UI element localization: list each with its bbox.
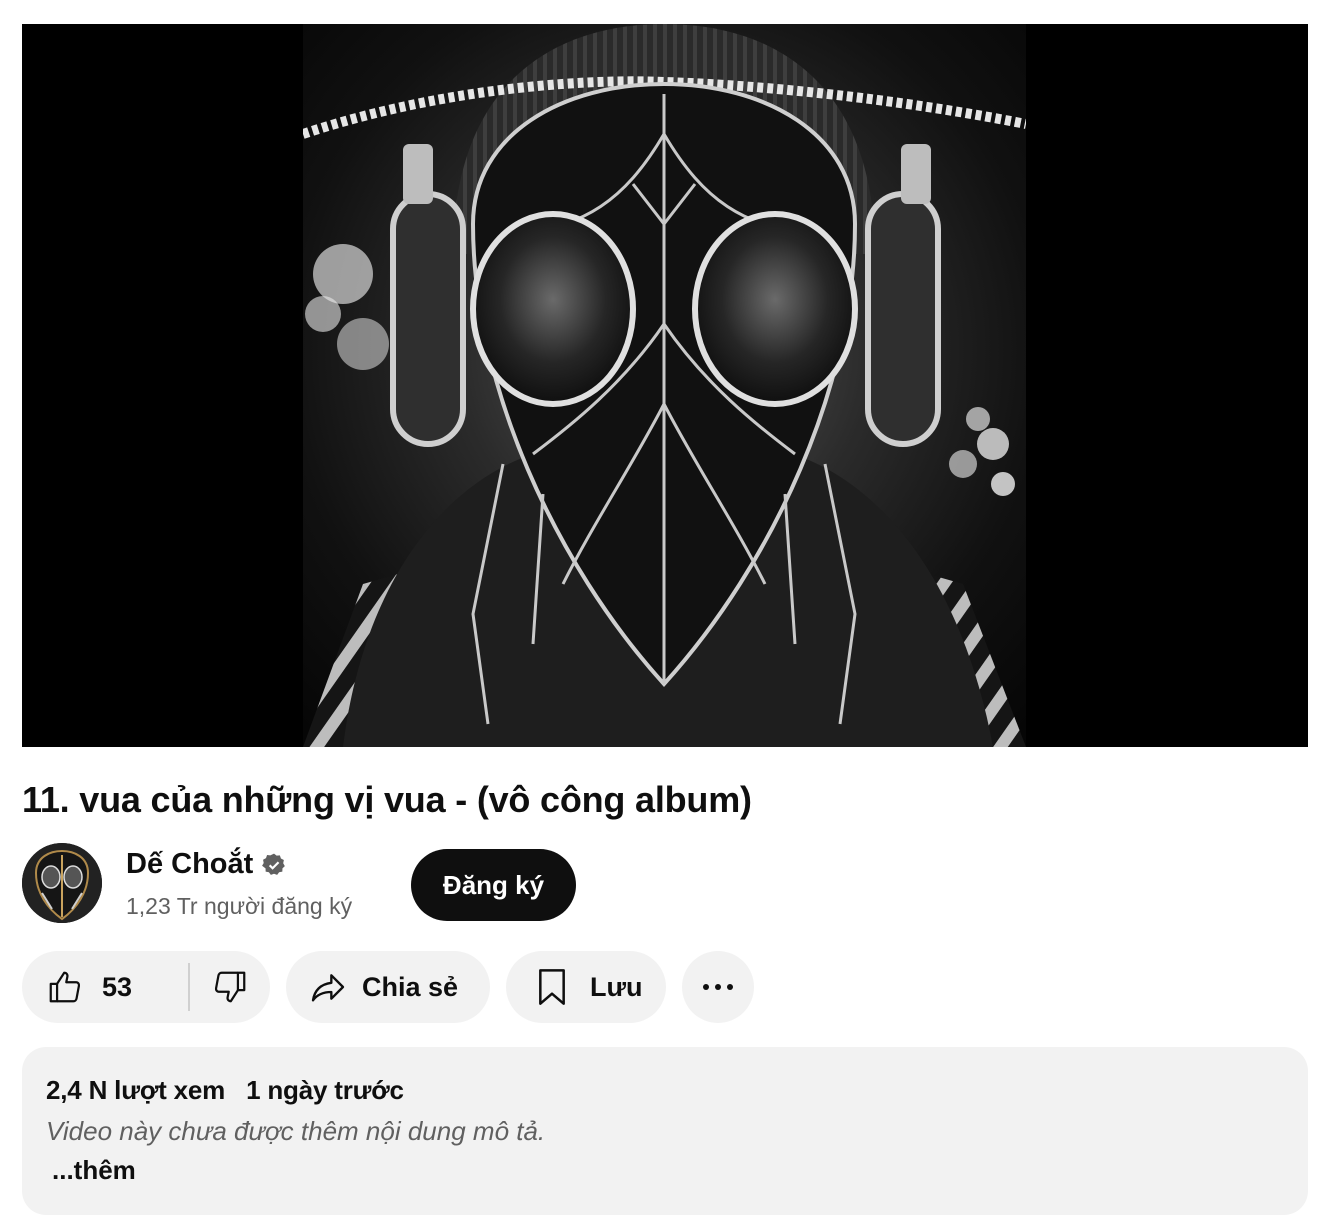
channel-name-row[interactable]: Dế Choắt xyxy=(126,848,287,881)
channel-avatar[interactable] xyxy=(22,843,102,923)
thumbs-up-icon xyxy=(46,968,84,1006)
description-meta: 2,4 N lượt xem 1 ngày trước xyxy=(46,1075,1284,1106)
video-player[interactable] xyxy=(22,24,1308,747)
more-dots-icon xyxy=(701,982,735,992)
description-box[interactable]: 2,4 N lượt xem 1 ngày trước Video này ch… xyxy=(22,1047,1308,1215)
subscribe-button[interactable]: Đăng ký xyxy=(411,849,576,921)
share-button[interactable]: Chia sẻ xyxy=(286,951,490,1023)
thumbs-down-icon xyxy=(211,968,249,1006)
channel-name[interactable]: Dế Choắt xyxy=(126,848,253,881)
save-button[interactable]: Lưu xyxy=(506,951,666,1023)
upload-age: 1 ngày trước xyxy=(246,1075,404,1105)
show-more-link[interactable]: ...thêm xyxy=(52,1155,136,1186)
share-arrow-icon xyxy=(308,967,348,1007)
verified-badge-icon xyxy=(261,852,287,878)
like-button[interactable]: 53 xyxy=(22,951,166,1023)
more-actions-button[interactable] xyxy=(682,951,754,1023)
like-count: 53 xyxy=(102,971,133,1002)
video-thumbnail-artwork xyxy=(303,24,1026,747)
subscriber-count: 1,23 Tr người đăng ký xyxy=(126,893,353,919)
like-dislike-group: 53 xyxy=(22,951,270,1023)
video-title: 11. vua của những vị vua - (vô công albu… xyxy=(22,779,752,820)
view-count: 2,4 N lượt xem xyxy=(46,1075,226,1105)
share-label: Chia sẻ xyxy=(362,971,459,1002)
save-label: Lưu xyxy=(590,971,643,1002)
bookmark-icon xyxy=(534,967,570,1007)
description-text: Video này chưa được thêm nội dung mô tả. xyxy=(46,1116,546,1146)
dislike-button[interactable] xyxy=(190,951,270,1023)
